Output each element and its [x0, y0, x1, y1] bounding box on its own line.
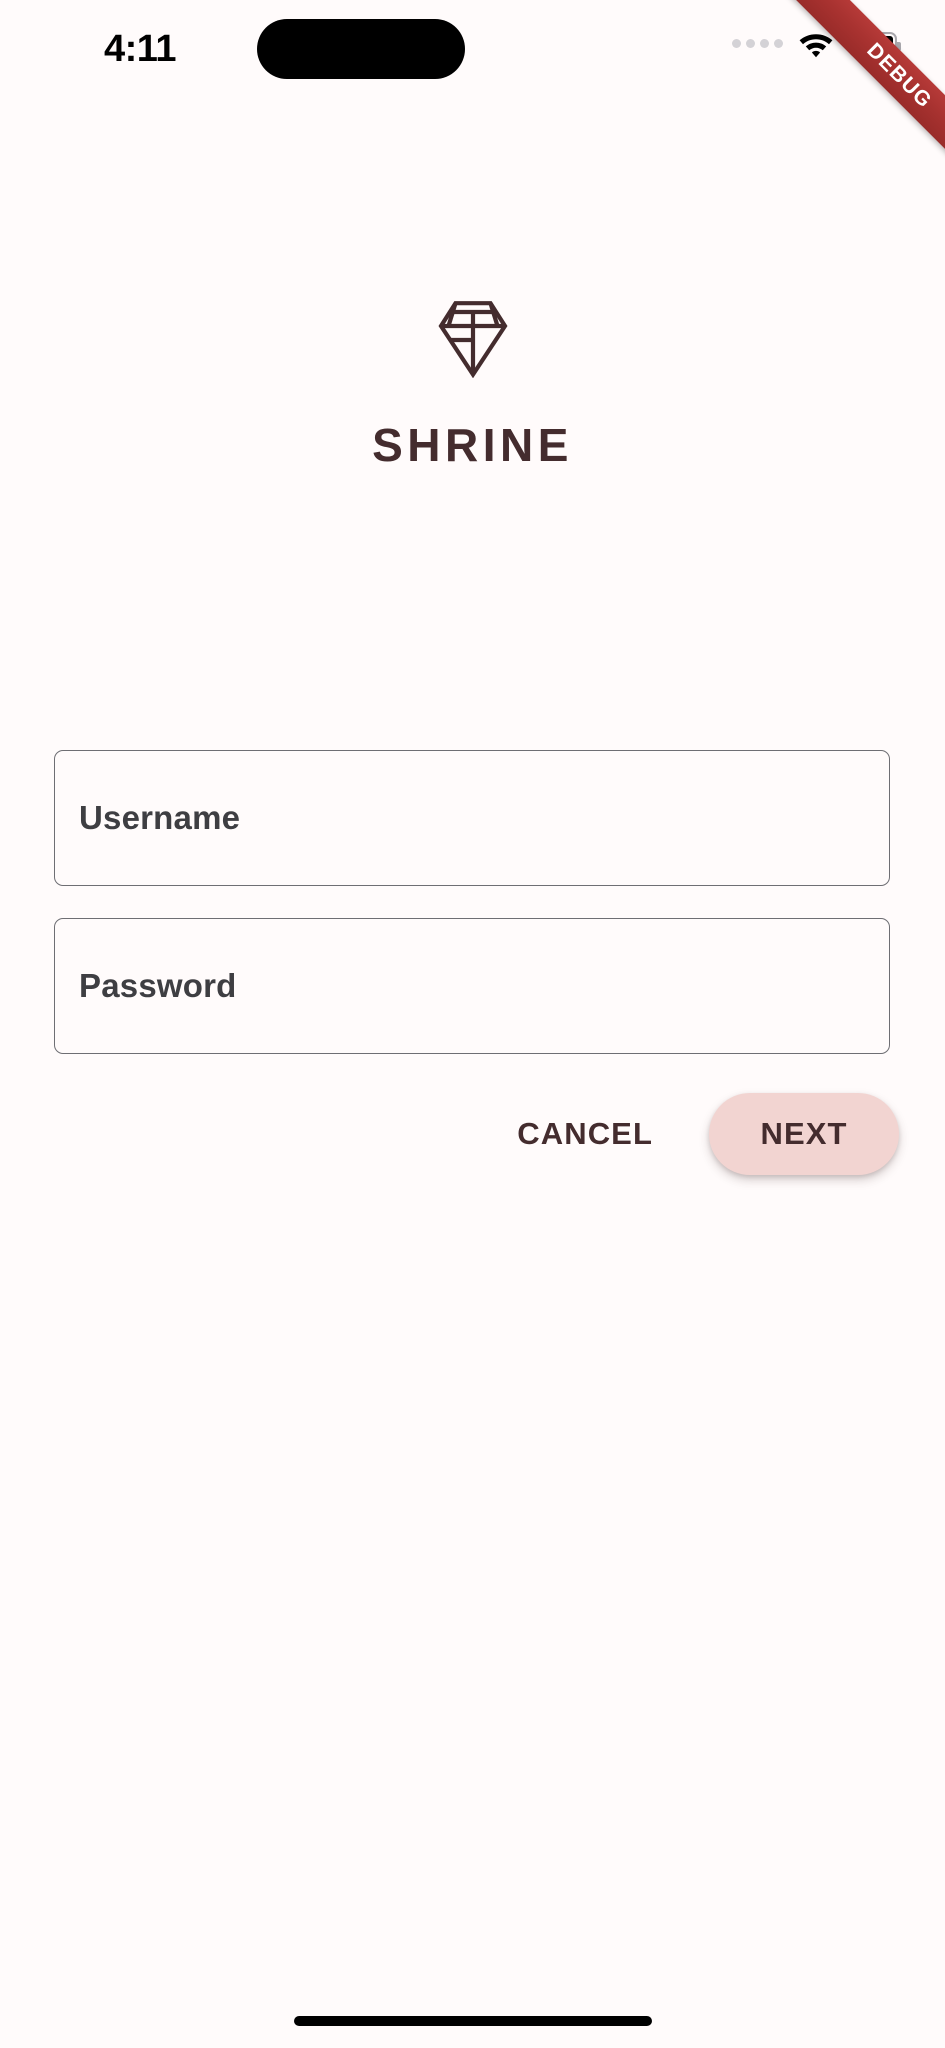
wifi-icon	[799, 34, 833, 58]
password-field-label: Password	[79, 967, 237, 1004]
username-field-label: Username	[79, 799, 241, 836]
status-bar-indicators	[732, 30, 901, 58]
diamond-logo-icon	[437, 301, 508, 378]
cellular-signal-dots-icon	[732, 38, 783, 50]
brand-header: SHRINE	[0, 300, 945, 470]
status-bar: 4:11	[0, 0, 945, 100]
password-field[interactable]: Password	[54, 918, 890, 1054]
form-actions: CANCEL NEXT	[54, 1092, 899, 1176]
next-button[interactable]: NEXT	[709, 1093, 899, 1175]
cancel-button[interactable]: CANCEL	[489, 1099, 681, 1169]
login-form: Username Password	[54, 750, 890, 1054]
status-bar-time: 4:11	[104, 28, 176, 70]
username-field[interactable]: Username	[54, 750, 890, 886]
battery-icon	[849, 31, 901, 57]
brand-title: SHRINE	[372, 419, 573, 471]
battery-fill	[853, 36, 893, 52]
home-indicator[interactable]	[293, 2016, 652, 2026]
login-screen: 4:11 DEBUG SHRINE Username Password CANC…	[0, 0, 945, 2048]
dynamic-island	[257, 19, 465, 79]
